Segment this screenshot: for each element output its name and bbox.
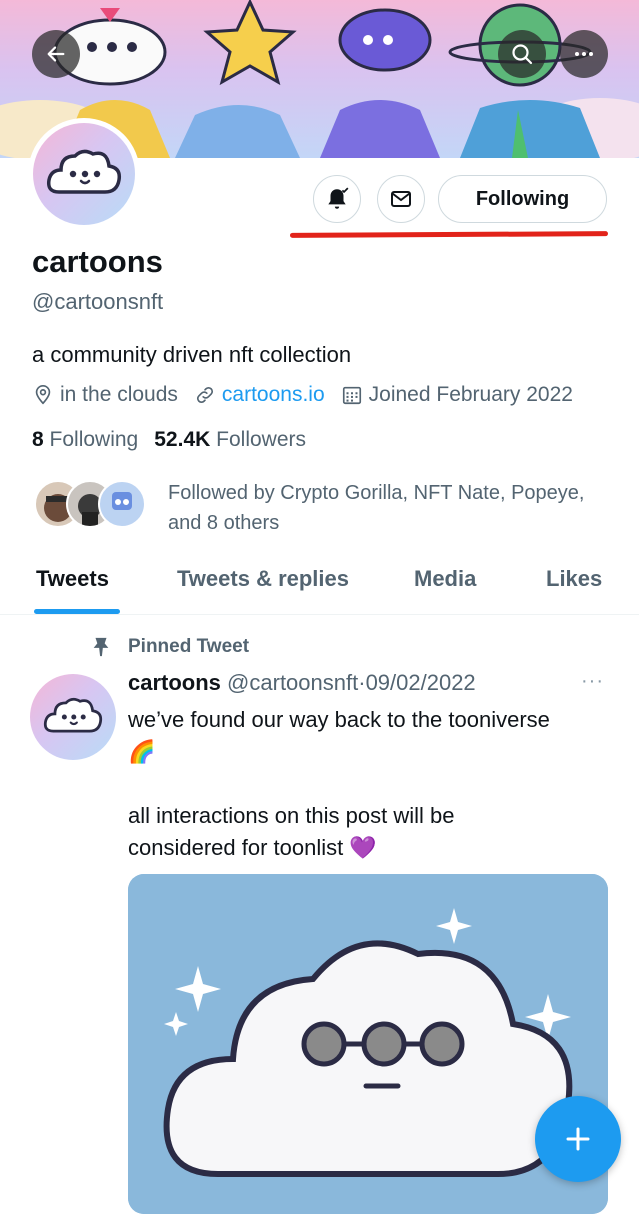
following-label: Following [49, 428, 139, 451]
website[interactable]: cartoons.io [194, 383, 325, 407]
tweet-line-2: all interactions on this post will be co… [128, 803, 455, 860]
search-icon [512, 44, 533, 65]
tweet-header: cartoons @cartoonsnft·09/02/2022 [128, 670, 476, 696]
tab-media[interactable]: Media [414, 566, 476, 592]
following-count: 8 [32, 428, 44, 451]
profile-bio: a community driven nft collection [32, 342, 352, 367]
location-pin-icon [35, 385, 51, 405]
location-text: in the clouds [60, 383, 178, 406]
profile-stats: 8 Following 52.4K Followers [32, 428, 306, 452]
profile-avatar[interactable] [28, 118, 140, 230]
annotation-underline [289, 231, 609, 238]
tweet-author[interactable]: cartoons [128, 670, 221, 695]
cloud-character-image [128, 874, 608, 1214]
search-button[interactable] [498, 30, 546, 78]
profile-name: cartoons [32, 244, 163, 279]
tweet-image[interactable] [128, 874, 608, 1214]
profile-handle: @cartoonsnft [32, 289, 164, 314]
location: in the clouds [32, 383, 178, 407]
tweet-dot: · [358, 670, 366, 695]
tweet-text: we’ve found our way back to the tooniver… [128, 704, 618, 864]
notifications-button[interactable] [313, 175, 361, 223]
more-horizontal-icon [575, 52, 593, 56]
tab-likes[interactable]: Likes [546, 566, 602, 592]
profile-meta: in the clouds cartoons.io Joined Februar… [32, 383, 589, 407]
cloud-icon [43, 697, 103, 733]
rainbow-emoji: 🌈 [128, 739, 156, 764]
profile-tabs: Tweets Tweets & replies Media Likes [0, 560, 639, 615]
follower-avatar [98, 480, 146, 528]
follower-avatar-art [112, 492, 132, 510]
compose-tweet-button[interactable] [535, 1096, 621, 1182]
tab-tweets[interactable]: Tweets [36, 566, 109, 592]
calendar-icon [342, 386, 361, 405]
message-button[interactable] [377, 175, 425, 223]
followed-by-avatars[interactable] [34, 480, 146, 528]
bell-check-icon [328, 187, 349, 209]
tweet-handle: @cartoonsnft [227, 670, 359, 695]
pinned-label: Pinned Tweet [90, 636, 249, 658]
plus-icon [566, 1127, 590, 1151]
tweet-line-1: we’ve found our way back to the tooniver… [128, 707, 550, 732]
website-link[interactable]: cartoons.io [222, 383, 325, 407]
followed-by-text[interactable]: Followed by Crypto Gorilla, NFT Nate, Po… [168, 478, 588, 538]
joined: Joined February 2022 [341, 383, 573, 407]
pinned-text: Pinned Tweet [128, 636, 250, 657]
arrow-left-icon [47, 46, 65, 62]
followers-stat[interactable]: 52.4K Followers [154, 428, 306, 451]
tweet-more-button[interactable]: ··· [581, 670, 604, 693]
more-button[interactable] [560, 30, 608, 78]
following-button[interactable]: Following [438, 175, 607, 223]
tweet-avatar[interactable] [30, 674, 116, 760]
purple-heart-emoji: 💜 [349, 835, 377, 860]
following-stat[interactable]: 8 Following [32, 428, 138, 451]
followers-label: Followers [216, 428, 306, 451]
pin-icon [93, 637, 109, 657]
cloud-icon [46, 149, 122, 194]
tweet-date[interactable]: 09/02/2022 [366, 670, 476, 695]
envelope-icon [391, 191, 411, 207]
tab-tweets-replies[interactable]: Tweets & replies [177, 566, 349, 592]
active-tab-indicator [34, 609, 120, 614]
link-icon [196, 386, 213, 404]
avatar-image [33, 123, 135, 225]
joined-text: Joined February 2022 [368, 383, 573, 406]
back-button[interactable] [32, 30, 80, 78]
followers-count: 52.4K [154, 428, 211, 451]
